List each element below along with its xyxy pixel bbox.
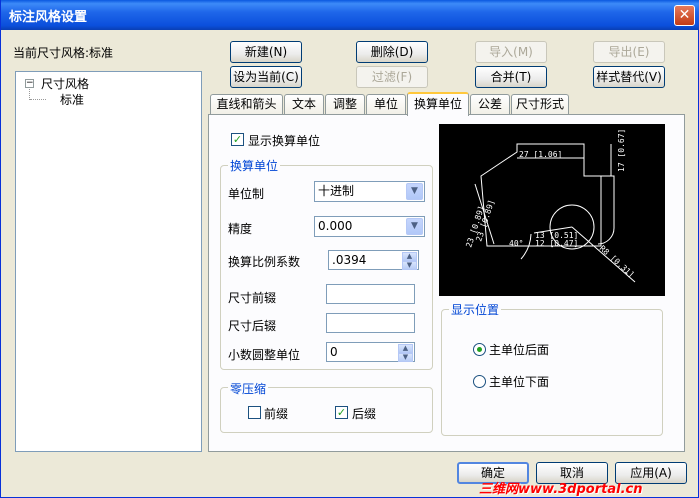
preview-dim-8: 13 [0.51] — [535, 231, 578, 240]
placement-group-title: 显示位置 — [449, 301, 502, 318]
preview-dim-6: 40° — [509, 239, 523, 248]
below-radio[interactable] — [473, 375, 486, 388]
tab-fit[interactable]: 调整 — [325, 94, 365, 115]
dimension-preview: 27 [1.06] 17 [0.67] R8 [0.31] 23 [0.89] … — [439, 124, 665, 296]
prefix-label: 尺寸前辍 — [228, 291, 277, 305]
scale-spinner[interactable]: .0394 ▲ ▼ — [328, 250, 419, 270]
spin-up-icon[interactable]: ▲ — [398, 344, 413, 353]
leading-label[interactable]: 前缀 — [264, 405, 288, 422]
chevron-down-icon[interactable]: ▼ — [406, 218, 423, 235]
after-radio[interactable] — [473, 343, 486, 356]
preview-drawing: 27 [1.06] 17 [0.67] R8 [0.31] 23 [0.89] … — [464, 129, 636, 283]
tab-dimension-format[interactable]: 尺寸形式 — [511, 94, 569, 115]
check-icon[interactable]: ✓ — [335, 406, 348, 419]
show-alt-units-label[interactable]: 显示换算单位 — [248, 132, 320, 149]
close-button[interactable]: ✕ — [674, 5, 695, 26]
tab-alternate-units[interactable]: 换算单位 — [407, 92, 469, 116]
round-spinner[interactable]: 0 ▲ ▼ — [326, 342, 415, 362]
preview-dim-2: 17 [0.67] — [617, 129, 626, 172]
tree-connector — [30, 99, 46, 100]
spin-up-icon[interactable]: ▲ — [402, 252, 417, 261]
scale-value: .0394 — [332, 253, 367, 267]
tree-item-root[interactable]: 尺寸风格 — [41, 75, 89, 92]
import-button[interactable]: 导入(M) — [475, 41, 547, 63]
window-title: 标注风格设置 — [9, 10, 88, 25]
style-tree[interactable]: − 尺寸风格 标准 — [15, 71, 202, 452]
dialog-window: 标注风格设置 ✕ 当前尺寸风格:标准 新建(N) 删除(D) 导入(M) 导出(… — [0, 0, 699, 498]
set-current-button[interactable]: 设为当前(C) — [230, 66, 302, 88]
merge-button[interactable]: 合并(T) — [475, 66, 547, 88]
after-label[interactable]: 主单位后面 — [489, 341, 549, 358]
suffix-input[interactable] — [326, 313, 415, 333]
filter-button[interactable]: 过滤(F) — [356, 66, 428, 88]
current-style-label: 当前尺寸风格:标准 — [13, 46, 114, 60]
precision-value: 0.000 — [318, 219, 353, 233]
tab-primary-units[interactable]: 单位 — [366, 94, 406, 115]
tab-lines-arrows[interactable]: 直线和箭头 — [210, 94, 283, 115]
spin-down-icon[interactable]: ▼ — [398, 353, 413, 362]
zero-suppress-group-title: 零压缩 — [228, 380, 269, 397]
unit-format-value: 十进制 — [318, 184, 355, 198]
preview-dim-3: R8 [0.31] — [598, 244, 636, 280]
tab-tolerances[interactable]: 公差 — [470, 94, 510, 115]
chevron-down-icon[interactable]: ▼ — [406, 183, 423, 200]
below-label[interactable]: 主单位下面 — [489, 373, 549, 390]
tree-item-standard[interactable]: 标准 — [59, 91, 85, 108]
suffix-label: 尺寸后辍 — [228, 319, 277, 333]
tab-text[interactable]: 文本 — [284, 94, 324, 115]
prefix-input[interactable] — [326, 284, 415, 304]
new-button[interactable]: 新建(N) — [230, 41, 302, 63]
radio-selected-icon — [477, 347, 482, 352]
export-button[interactable]: 导出(E) — [593, 41, 665, 63]
unit-format-select[interactable]: 十进制 ▼ — [314, 181, 425, 202]
style-override-button[interactable]: 样式替代(V) — [593, 66, 665, 88]
collapse-icon[interactable]: − — [25, 79, 34, 88]
check-icon[interactable]: ✓ — [231, 133, 244, 146]
round-label: 小数圆整单位 — [228, 348, 301, 362]
leading-checkbox[interactable] — [248, 406, 261, 419]
close-icon: ✕ — [678, 7, 691, 23]
delete-button[interactable]: 删除(D) — [356, 41, 428, 63]
alt-units-group-title: 换算单位 — [228, 157, 281, 174]
placement-group — [441, 309, 663, 436]
watermark: 三维网www.3dportal.cn — [479, 482, 643, 497]
round-value: 0 — [330, 345, 338, 359]
unit-format-label: 单位制 — [228, 187, 265, 201]
preview-dim-7: 12 [0.47] — [535, 239, 578, 248]
spin-down-icon[interactable]: ▼ — [402, 261, 417, 270]
scale-label: 换算比例系数 — [228, 255, 301, 269]
trailing-label[interactable]: 后缀 — [352, 405, 376, 422]
precision-select[interactable]: 0.000 ▼ — [314, 216, 425, 237]
preview-dim-1: 27 [1.06] — [519, 150, 562, 159]
title-bar[interactable]: 标注风格设置 ✕ — [1, 0, 699, 30]
precision-label: 精度 — [228, 222, 253, 236]
